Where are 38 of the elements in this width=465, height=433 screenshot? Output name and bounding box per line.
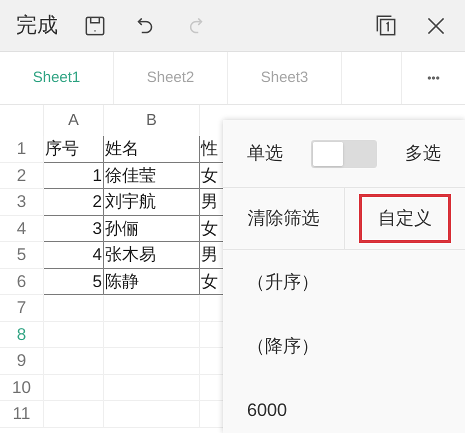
row-header[interactable]: 8 — [0, 322, 44, 348]
sheet-tab[interactable]: Sheet3 — [228, 52, 342, 104]
table-cell: 1 — [44, 162, 104, 189]
mode-toggle[interactable] — [311, 140, 377, 168]
row-header[interactable]: 2 — [0, 162, 44, 189]
table-cell: 刘宇航 — [104, 189, 200, 216]
table-cell: 5 — [44, 268, 104, 295]
done-button[interactable]: 完成 — [16, 10, 58, 42]
table-cell: 2 — [44, 189, 104, 216]
row-header[interactable]: 6 — [0, 268, 44, 295]
table-cell: 徐佳莹 — [104, 162, 200, 189]
table-cell: 姓名 — [104, 136, 200, 162]
more-button[interactable]: ••• — [402, 52, 465, 104]
table-cell: 陈静 — [104, 268, 200, 295]
row-header[interactable]: 11 — [0, 401, 44, 428]
row-header[interactable]: 4 — [0, 216, 44, 242]
single-select-label: 单选 — [247, 142, 283, 165]
row-header[interactable]: 10 — [0, 374, 44, 401]
empty-cell[interactable] — [44, 295, 104, 322]
column-header[interactable]: A — [44, 105, 104, 136]
row-header[interactable]: 3 — [0, 189, 44, 216]
filter-option[interactable]: 6000 — [223, 378, 465, 433]
row-header[interactable]: 7 — [0, 295, 44, 322]
table-cell: 3 — [44, 216, 104, 242]
filter-action-button[interactable]: 自定义 — [358, 194, 451, 243]
sheet-tab[interactable]: Sheet1 — [0, 52, 114, 104]
column-header[interactable]: B — [104, 105, 200, 136]
filter-option[interactable]: （降序） — [223, 314, 465, 378]
row-header[interactable]: 9 — [0, 348, 44, 374]
table-cell: 张木易 — [104, 242, 200, 268]
multi-select-label: 多选 — [405, 142, 441, 165]
sheet-tab[interactable]: Sheet2 — [114, 52, 228, 104]
table-cell: 孙俪 — [104, 216, 200, 242]
row-header[interactable]: 5 — [0, 242, 44, 268]
empty-cell[interactable] — [104, 295, 200, 322]
table-cell: 4 — [44, 242, 104, 268]
table-cell: 序号 — [44, 136, 104, 162]
row-header[interactable]: 1 — [0, 136, 44, 162]
